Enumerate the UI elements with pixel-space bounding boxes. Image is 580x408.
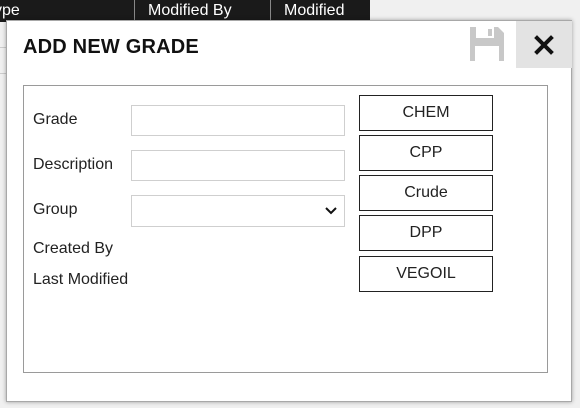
column-header-modified-by[interactable]: Modified By	[135, 0, 271, 22]
created-by-label: Created By	[33, 240, 114, 257]
group-button-vegoil[interactable]: VEGOIL	[359, 256, 493, 292]
add-grade-dialog: ADD NEW GRADE Grade Description Group Cr…	[6, 20, 572, 402]
grade-form-panel: Grade Description Group Created By Last …	[23, 85, 548, 373]
background-grid-header: ype Modified By Modified	[0, 0, 370, 22]
close-x-icon	[534, 34, 554, 55]
last-modified-label: Last Modified	[33, 271, 129, 288]
save-button[interactable]	[468, 25, 506, 63]
floppy-disk-icon	[470, 27, 504, 61]
group-select[interactable]	[131, 195, 345, 227]
group-button-cpp[interactable]: CPP	[359, 135, 493, 171]
column-header-modified[interactable]: Modified	[271, 0, 370, 22]
group-button-dpp[interactable]: DPP	[359, 215, 493, 251]
grade-label: Grade	[33, 111, 78, 128]
description-input[interactable]	[131, 150, 345, 181]
column-header-type[interactable]: ype	[0, 0, 135, 22]
close-button[interactable]	[516, 21, 572, 68]
description-label: Description	[33, 156, 114, 173]
group-button-chem[interactable]: CHEM	[359, 95, 493, 131]
chevron-down-icon	[325, 207, 337, 215]
dialog-title: ADD NEW GRADE	[23, 36, 199, 58]
group-label: Group	[33, 201, 78, 218]
grade-input[interactable]	[131, 105, 345, 136]
group-button-crude[interactable]: Crude	[359, 175, 493, 211]
